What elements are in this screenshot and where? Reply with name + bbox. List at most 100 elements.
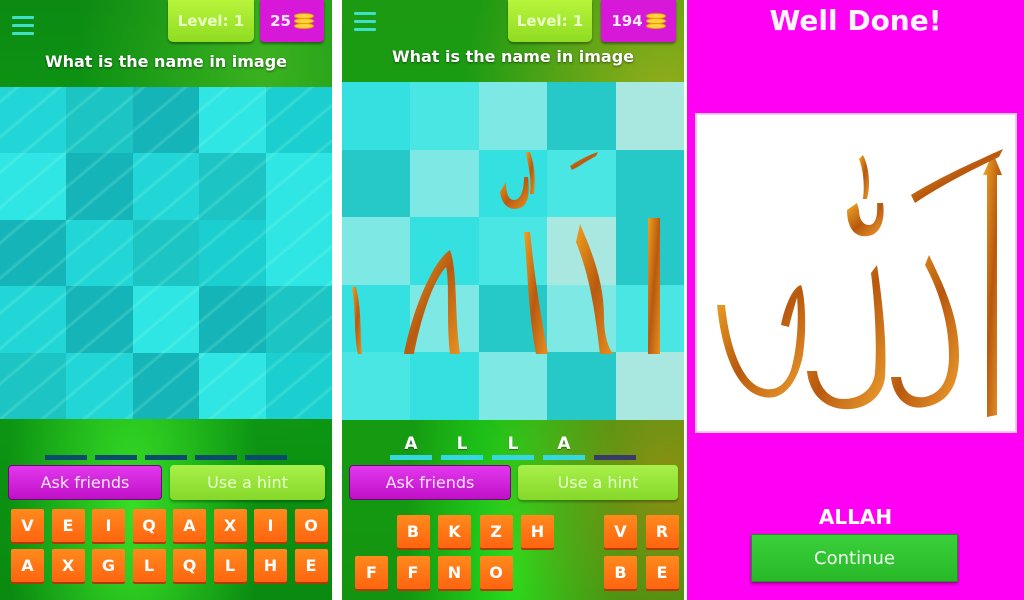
calligraphy-image (717, 149, 1003, 417)
answer-slot[interactable]: A (390, 432, 432, 462)
letter-key[interactable]: I (254, 509, 287, 542)
letter-key[interactable]: L (132, 549, 166, 582)
hidden-tile[interactable] (199, 87, 266, 154)
hidden-tile[interactable] (547, 352, 616, 420)
letter-key[interactable]: B (604, 556, 637, 589)
letter-key[interactable]: A (173, 509, 206, 542)
hidden-tile[interactable] (615, 82, 684, 150)
hamburger-menu-icon[interactable] (354, 12, 376, 32)
hidden-tile[interactable] (0, 219, 67, 287)
letter-key[interactable]: L (213, 549, 247, 582)
letter-key[interactable]: B (396, 515, 430, 548)
letter-key[interactable]: E (294, 549, 328, 582)
hidden-tile[interactable] (66, 87, 133, 154)
hidden-tile[interactable] (0, 153, 67, 220)
hidden-tile[interactable] (66, 352, 133, 419)
ask-friends-button[interactable]: Ask friends (8, 465, 162, 500)
hidden-tile[interactable] (0, 87, 67, 154)
hidden-tile[interactable] (0, 286, 67, 353)
hidden-tile[interactable] (265, 352, 332, 419)
hidden-tile[interactable] (410, 352, 479, 420)
hidden-tile[interactable] (547, 82, 616, 150)
use-hint-button[interactable]: Use a hint (170, 465, 325, 500)
well-done-title: Well Done! (769, 4, 942, 37)
hidden-tile[interactable] (132, 352, 200, 419)
letter-key[interactable]: F (355, 556, 388, 589)
answer-slot[interactable] (95, 432, 137, 462)
hidden-tile[interactable] (342, 217, 411, 285)
letter-key[interactable]: A (11, 549, 44, 582)
letter-key[interactable]: G (92, 549, 125, 582)
letter-key[interactable]: V (11, 509, 44, 542)
answer-slot[interactable]: L (441, 432, 483, 462)
revealed-tile (615, 284, 684, 353)
hidden-tile[interactable] (410, 149, 479, 218)
level-badge: Level: 1 (168, 0, 254, 42)
ask-friends-button[interactable]: Ask friends (349, 465, 511, 500)
coin-badge[interactable]: 194 (601, 0, 676, 42)
answer-slot[interactable] (245, 432, 287, 462)
hidden-tile[interactable] (66, 153, 133, 220)
letter-key[interactable]: R (645, 515, 679, 548)
answer-slot-underline (45, 455, 87, 460)
hidden-tile[interactable] (342, 352, 411, 420)
letter-key[interactable]: V (604, 515, 637, 548)
answer-image-frame (695, 113, 1017, 433)
answer-slot[interactable] (195, 432, 237, 462)
letter-key[interactable]: Q (132, 509, 166, 542)
hidden-tile[interactable] (265, 87, 332, 154)
letter-key[interactable]: X (213, 509, 247, 542)
hidden-tile[interactable] (265, 219, 332, 287)
hidden-tile[interactable] (132, 219, 200, 287)
hidden-tile[interactable] (265, 286, 332, 353)
hidden-tile[interactable] (342, 82, 411, 150)
letter-key[interactable]: N (438, 556, 471, 589)
hidden-tile[interactable] (478, 352, 548, 420)
hidden-tile[interactable] (199, 286, 266, 353)
letter-key[interactable]: Z (479, 515, 513, 548)
answer-slot[interactable] (594, 432, 636, 462)
answer-slot[interactable]: L (492, 432, 534, 462)
answer-slot[interactable] (45, 432, 87, 462)
hidden-tile[interactable] (0, 352, 67, 419)
hidden-tile[interactable] (199, 153, 266, 220)
revealed-tile (547, 149, 616, 218)
hidden-tile[interactable] (615, 149, 684, 218)
coin-badge[interactable]: 25 (260, 0, 324, 42)
hamburger-menu-icon[interactable] (12, 16, 34, 36)
answer-slot[interactable]: A (543, 432, 585, 462)
letter-key[interactable]: H (521, 515, 554, 548)
continue-button[interactable]: Continue (751, 534, 958, 582)
hidden-tile[interactable] (410, 82, 479, 150)
answer-word: ALLAH (818, 505, 893, 529)
hidden-tile[interactable] (342, 149, 411, 218)
letter-key[interactable]: Q (173, 549, 206, 582)
letter-key[interactable]: I (92, 509, 125, 542)
letter-key[interactable]: E (645, 556, 679, 589)
answer-slot-underline (245, 455, 287, 460)
hidden-tile[interactable] (66, 219, 133, 287)
well-done-screen: Well Done! ALLAH Continue (687, 0, 1024, 600)
answer-slot-letter: L (456, 434, 468, 454)
letter-key[interactable]: E (51, 509, 85, 542)
letter-key[interactable]: H (254, 549, 287, 582)
use-hint-button[interactable]: Use a hint (518, 465, 678, 500)
letter-key[interactable]: K (438, 515, 471, 548)
hidden-tile[interactable] (132, 286, 200, 353)
hidden-tile[interactable] (615, 352, 684, 420)
hidden-tile[interactable] (132, 87, 200, 154)
hidden-tile[interactable] (132, 153, 200, 220)
level-badge: Level: 1 (508, 0, 592, 42)
hidden-tile[interactable] (265, 153, 332, 220)
letter-key[interactable]: F (396, 556, 430, 589)
coins-stack-icon (293, 13, 314, 29)
letter-key[interactable]: O (479, 556, 513, 589)
question-text: What is the name in image (391, 47, 635, 66)
hidden-tile[interactable] (478, 82, 548, 150)
answer-slot[interactable] (145, 432, 187, 462)
hidden-tile[interactable] (66, 286, 133, 353)
letter-key[interactable]: O (294, 509, 328, 542)
hidden-tile[interactable] (199, 219, 266, 287)
hidden-tile[interactable] (199, 352, 266, 419)
letter-key[interactable]: X (51, 549, 85, 582)
